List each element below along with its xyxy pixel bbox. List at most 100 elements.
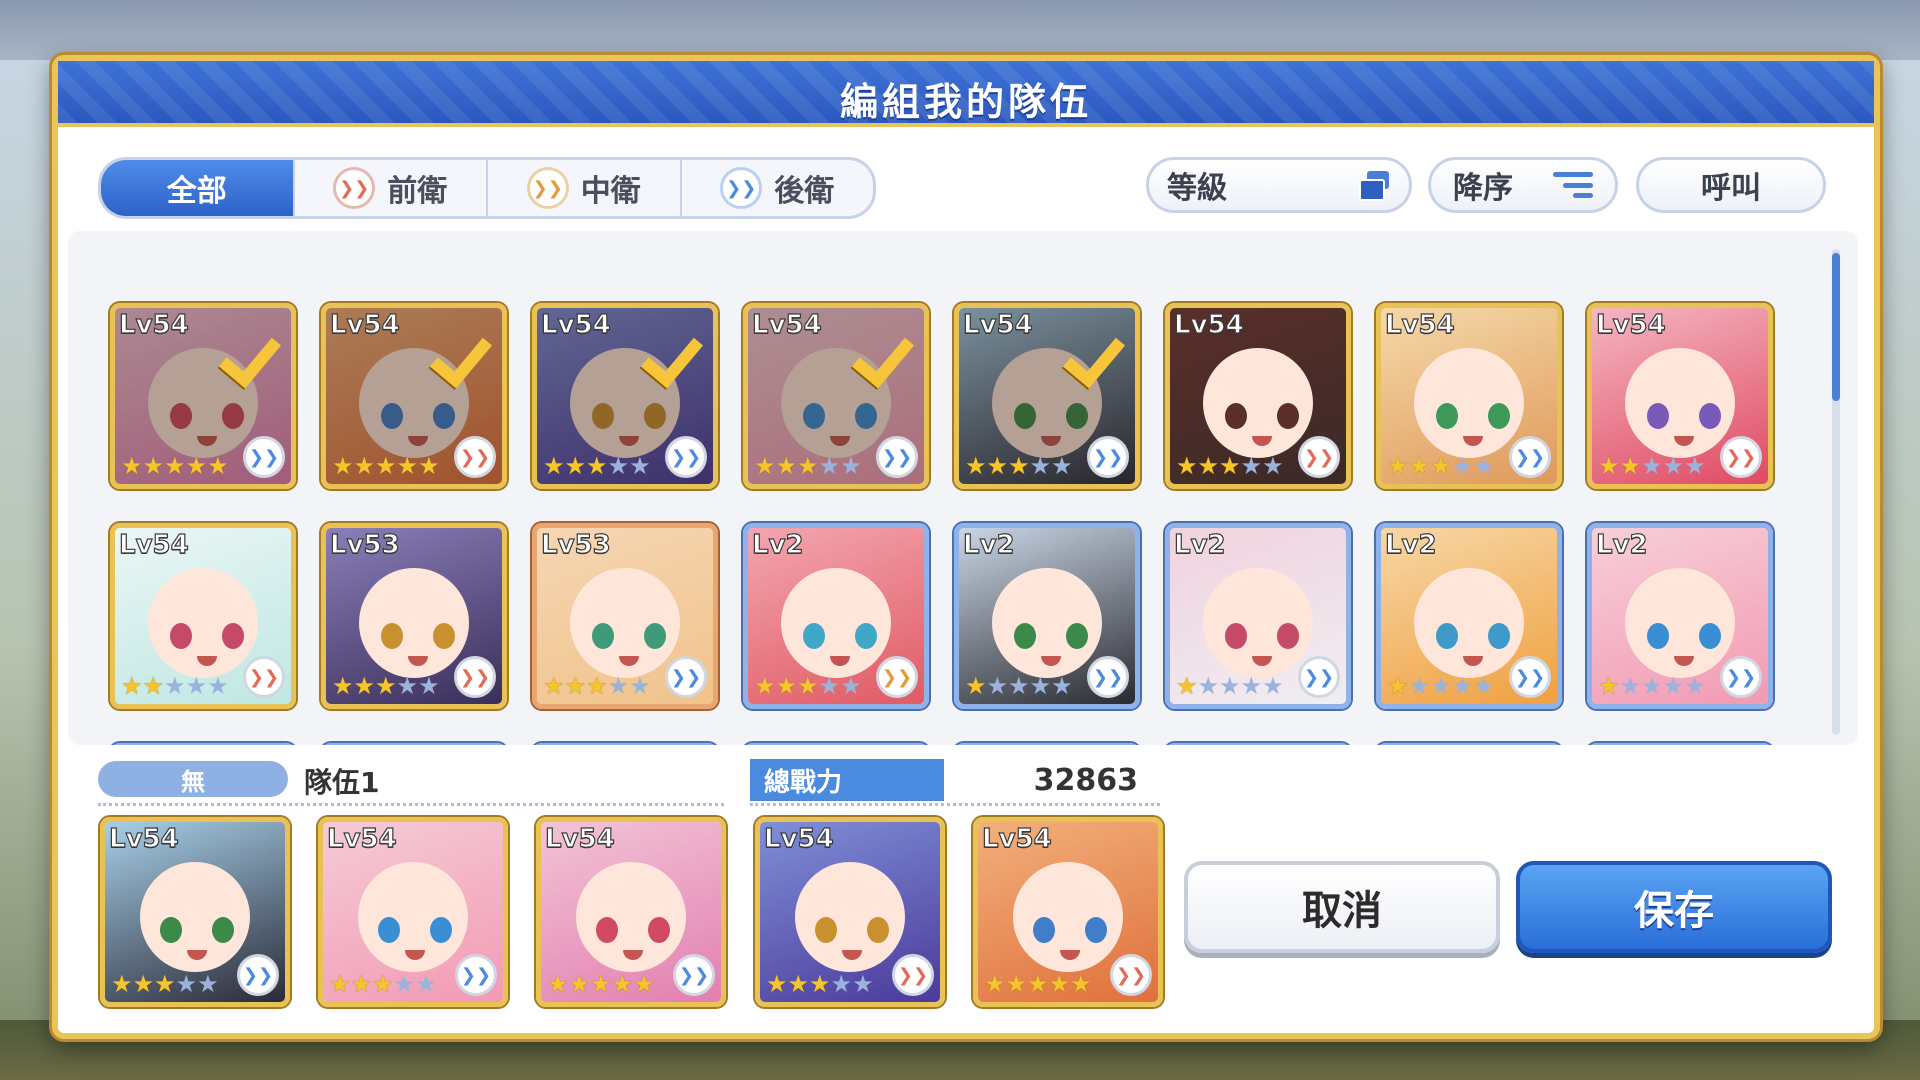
total-power-value: 32863 xyxy=(1033,763,1138,798)
character-eye xyxy=(222,623,244,649)
star-rating: ★ ★ ★ ★ ★ xyxy=(121,674,229,698)
character-eye xyxy=(1436,623,1458,649)
level-label: Lv54 xyxy=(763,823,834,854)
character-card[interactable]: Lv2 ★ ★ ★ ★ ★ ❯❯ xyxy=(743,523,929,709)
character-card[interactable]: Lv54 ★ ★ ★ ★ ★ ❯❯ xyxy=(1376,303,1562,489)
empty-star-icon: ★ xyxy=(830,970,853,998)
empty-star-icon: ★ xyxy=(607,452,630,480)
star-icon: ★ xyxy=(1197,452,1220,480)
character-card[interactable]: Lv1 xyxy=(321,743,507,745)
character-card[interactable]: Lv1 xyxy=(1587,743,1773,745)
star-icon: ★ xyxy=(754,452,776,480)
star-icon: ★ xyxy=(797,672,819,700)
star-icon: ★ xyxy=(121,672,143,700)
empty-star-icon: ★ xyxy=(1029,452,1052,480)
character-card[interactable]: Lv1 xyxy=(1165,743,1351,745)
character-card[interactable]: Lv54 ★ ★ ★ ★ ★ ❯❯ xyxy=(318,817,508,1007)
star-rating: ★ ★ ★ ★ ★ xyxy=(766,972,874,996)
star-icon: ★ xyxy=(1176,672,1198,700)
character-card[interactable]: Lv1 xyxy=(110,743,296,745)
empty-star-icon: ★ xyxy=(1662,672,1685,700)
character-eye xyxy=(160,917,182,943)
character-card[interactable]: Lv53 ★ ★ ★ ★ ★ ❯❯ xyxy=(532,523,718,709)
star-rating: ★ ★ ★ ★ ★ xyxy=(329,972,437,996)
cancel-button[interactable]: 取消 xyxy=(1184,861,1500,953)
checkmark-icon xyxy=(856,328,916,368)
star-icon: ★ xyxy=(775,672,798,700)
character-eye xyxy=(592,623,614,649)
star-icon: ★ xyxy=(1048,970,1071,998)
level-label: Lv2 xyxy=(1595,529,1648,560)
empty-star-icon: ★ xyxy=(1219,672,1241,700)
character-card[interactable]: Lv54 ★ ★ ★ ★ ★ ❯❯ xyxy=(110,523,296,709)
roster-scrollbar-thumb[interactable] xyxy=(1832,253,1840,401)
tab-midline[interactable]: ❯❯ 中衛 xyxy=(486,160,680,216)
character-card[interactable]: Lv54 ★ ★ ★ ★ ★ ❯❯ xyxy=(755,817,945,1007)
character-card[interactable]: Lv54 ★ ★ ★ ★ ★ ❯❯ xyxy=(1165,303,1351,489)
sort-by-button[interactable]: 等級 xyxy=(1146,157,1412,213)
character-card[interactable]: Lv54 ★ ★ ★ ★ ★ ❯❯ xyxy=(536,817,726,1007)
empty-star-icon: ★ xyxy=(1051,452,1073,480)
character-card[interactable]: Lv1 xyxy=(532,743,718,745)
character-card[interactable]: Lv1 xyxy=(1376,743,1562,745)
empty-star-icon: ★ xyxy=(629,452,651,480)
level-label: Lv54 xyxy=(118,529,189,560)
character-eye xyxy=(1647,623,1669,649)
empty-star-icon: ★ xyxy=(1473,672,1495,700)
star-rating: ★ ★ ★ ★ ★ xyxy=(543,454,651,478)
character-eye xyxy=(1647,403,1669,429)
character-card[interactable]: Lv2 ★ ★ ★ ★ ★ ❯❯ xyxy=(1376,523,1562,709)
character-eye xyxy=(855,623,877,649)
team-divider xyxy=(98,803,724,806)
level-label: Lv53 xyxy=(540,529,611,560)
tab-backline[interactable]: ❯❯ 後衛 xyxy=(679,160,874,216)
character-card[interactable]: Lv54 ★ ★ ★ ★ ★ ❯❯ xyxy=(954,303,1140,489)
star-icon: ★ xyxy=(568,970,591,998)
character-card[interactable]: Lv54 ★ ★ ★ ★ ★ ❯❯ xyxy=(100,817,290,1007)
sort-order-button[interactable]: 降序 xyxy=(1428,157,1618,213)
tab-all[interactable]: 全部 xyxy=(101,160,293,216)
star-icon: ★ xyxy=(586,672,608,700)
star-icon: ★ xyxy=(586,452,608,480)
midline-icon: ❯❯ xyxy=(526,167,569,209)
backline-badge-icon: ❯❯ xyxy=(876,436,918,478)
backline-badge-icon: ❯❯ xyxy=(1720,656,1762,698)
star-rating: ★ ★ ★ ★ ★ xyxy=(1387,674,1495,698)
star-icon: ★ xyxy=(375,452,397,480)
team-tag[interactable]: 無 xyxy=(98,761,288,797)
total-power-label: 總戰力 xyxy=(750,759,944,801)
character-card[interactable]: Lv1 xyxy=(954,743,1140,745)
character-card[interactable]: Lv2 ★ ★ ★ ★ ★ ❯❯ xyxy=(954,523,1140,709)
star-rating: ★ ★ ★ ★ ★ xyxy=(984,972,1092,996)
character-eye xyxy=(381,623,403,649)
sort-order-label: 降序 xyxy=(1453,171,1513,206)
character-card[interactable]: Lv2 ★ ★ ★ ★ ★ ❯❯ xyxy=(1165,523,1351,709)
character-card[interactable]: Lv54 ★ ★ ★ ★ ★ ❯❯ xyxy=(743,303,929,489)
character-card[interactable]: Lv54 ★ ★ ★ ★ ★ ❯❯ xyxy=(1587,303,1773,489)
character-card[interactable]: Lv53 ★ ★ ★ ★ ★ ❯❯ xyxy=(321,523,507,709)
empty-star-icon: ★ xyxy=(1641,452,1663,480)
level-label: Lv54 xyxy=(544,823,615,854)
role-filter-tabs: 全部 ❯❯ 前衛 ❯❯ 中衛 ❯❯ 後衛 xyxy=(98,157,876,219)
cards-icon xyxy=(1359,171,1391,201)
tab-frontline[interactable]: ❯❯ 前衛 xyxy=(292,160,487,216)
star-icon: ★ xyxy=(633,970,655,998)
character-card[interactable]: Lv54 ★ ★ ★ ★ ★ ❯❯ xyxy=(321,303,507,489)
character-card[interactable]: Lv1 xyxy=(743,743,929,745)
level-label: Lv2 xyxy=(962,529,1015,560)
character-card[interactable]: Lv2 ★ ★ ★ ★ ★ ❯❯ xyxy=(1587,523,1773,709)
character-card[interactable]: Lv54 ★ ★ ★ ★ ★ ❯❯ xyxy=(110,303,296,489)
save-button[interactable]: 保存 xyxy=(1516,861,1832,953)
empty-star-icon: ★ xyxy=(1240,452,1263,480)
character-eye xyxy=(648,917,670,943)
star-rating: ★ ★ ★ ★ ★ xyxy=(332,454,440,478)
character-card[interactable]: Lv54 ★ ★ ★ ★ ★ ❯❯ xyxy=(532,303,718,489)
character-eye xyxy=(815,917,837,943)
empty-star-icon: ★ xyxy=(197,970,219,998)
character-card[interactable]: Lv54 ★ ★ ★ ★ ★ ❯❯ xyxy=(973,817,1163,1007)
empty-star-icon: ★ xyxy=(840,672,862,700)
call-button[interactable]: 呼叫 xyxy=(1636,157,1826,213)
level-label: Lv54 xyxy=(1384,309,1455,340)
star-rating: ★ ★ ★ ★ ★ xyxy=(1598,674,1706,698)
character-eye xyxy=(1225,403,1247,429)
